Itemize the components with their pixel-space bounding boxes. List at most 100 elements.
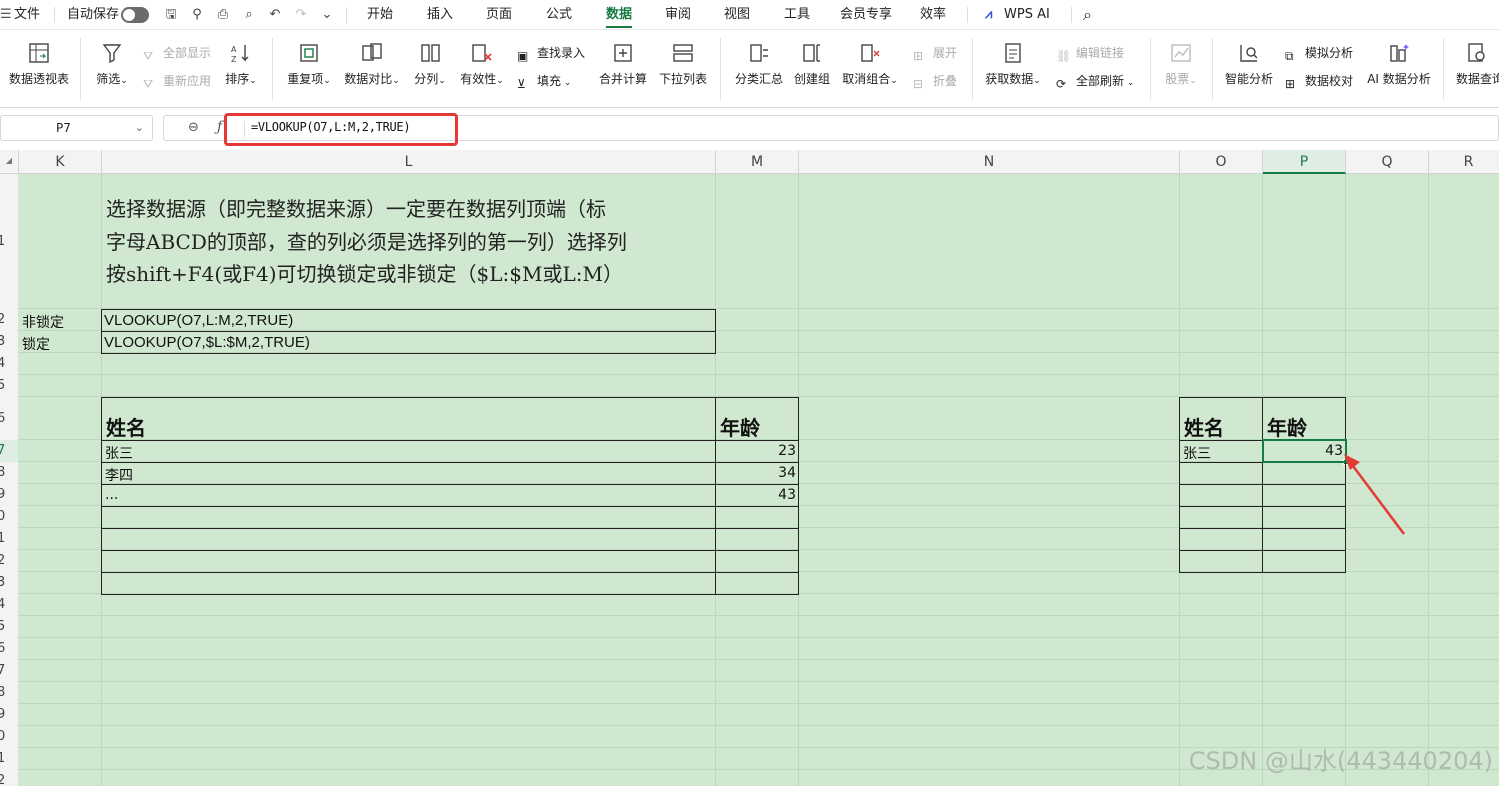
data-compare-button[interactable]: 数据对比⌄ — [342, 38, 402, 100]
tab-view[interactable]: 视图 — [724, 0, 750, 30]
column-header-o[interactable]: O — [1180, 150, 1263, 174]
tab-efficiency[interactable]: 效率 — [920, 0, 946, 30]
dropdown-list-button[interactable]: 下拉列表 — [658, 38, 708, 100]
source-name-cell[interactable]: 李四 — [105, 465, 133, 485]
print-icon[interactable]: ⎙ — [214, 6, 232, 24]
sort-button[interactable]: AZ 排序⌄ — [222, 38, 260, 100]
lookup-header-name[interactable]: 姓名 — [1184, 412, 1224, 441]
ungroup-button[interactable]: 取消组合⌄ — [841, 38, 899, 100]
row-header[interactable]: 9 — [0, 484, 18, 506]
column-header-m[interactable]: M — [716, 150, 799, 174]
row-header[interactable]: 6 — [0, 638, 18, 660]
lookup-result-cell[interactable]: 43 — [1265, 443, 1343, 459]
column-header-q[interactable]: Q — [1346, 150, 1429, 174]
fx-icon[interactable]: ƒ — [217, 119, 222, 135]
tab-page[interactable]: 页面 — [486, 0, 512, 30]
row-header[interactable]: 7 — [0, 440, 18, 462]
column-header-l[interactable]: L — [102, 150, 716, 174]
show-all-button[interactable]: ⛛ 全部显示 — [143, 42, 211, 64]
chevron-down-icon[interactable]: ⌄ — [135, 116, 144, 140]
lookup-header-age[interactable]: 年龄 — [1267, 412, 1307, 441]
row-header[interactable]: 0 — [0, 726, 18, 748]
source-age-cell[interactable]: 43 — [718, 487, 796, 503]
row-header[interactable]: 1 — [0, 174, 18, 309]
lookup-entry-button[interactable]: ▣ 查找录入 — [517, 42, 585, 64]
row-header[interactable]: 2 — [0, 309, 18, 331]
row-header[interactable]: 8 — [0, 462, 18, 484]
search-icon[interactable]: ⌕ — [1083, 0, 1092, 30]
tab-tools[interactable]: 工具 — [784, 0, 810, 30]
validity-button[interactable]: 有效性⌄ — [458, 38, 506, 100]
select-all-corner[interactable]: ◢ — [0, 150, 19, 174]
row-header[interactable]: 1 — [0, 748, 18, 770]
row-header[interactable]: 1 — [0, 528, 18, 550]
autosave-toggle[interactable] — [121, 7, 149, 23]
source-header-name[interactable]: 姓名 — [106, 412, 146, 441]
row-header[interactable]: 2 — [0, 770, 18, 786]
tab-review[interactable]: 审阅 — [665, 0, 691, 30]
zoom-formula-icon[interactable]: ⊖ — [188, 120, 199, 135]
duplicates-button[interactable]: 重复项⌄ — [284, 38, 334, 100]
smart-analysis-button[interactable]: 智能分析 — [1223, 38, 1275, 100]
create-group-button[interactable]: 创建组 — [793, 38, 831, 100]
column-header-k[interactable]: K — [19, 150, 102, 174]
source-name-cell[interactable]: ... — [105, 487, 118, 503]
row-header[interactable]: 9 — [0, 704, 18, 726]
pivot-table-button[interactable]: 数据透视表 — [6, 38, 72, 100]
row-header[interactable]: 6 — [0, 397, 18, 440]
row-header[interactable]: 3 — [0, 572, 18, 594]
row-header[interactable]: 2 — [0, 550, 18, 572]
subtotal-button[interactable]: 分类汇总 — [733, 38, 785, 100]
source-name-cell[interactable]: 张三 — [105, 443, 133, 463]
tab-insert[interactable]: 插入 — [427, 0, 453, 30]
locked-formula[interactable]: VLOOKUP(O7,$L:$M,2,TRUE) — [104, 334, 310, 351]
get-data-button[interactable]: 获取数据⌄ — [984, 38, 1042, 100]
data-query-button[interactable]: 数据查询 — [1456, 38, 1499, 100]
expand-button[interactable]: ⊞ 展开 — [913, 42, 957, 64]
consolidate-button[interactable]: 合并计算 — [598, 38, 648, 100]
row-header[interactable]: 4 — [0, 594, 18, 616]
unlocked-label[interactable]: 非锁定 — [22, 312, 64, 332]
row-header[interactable]: 0 — [0, 506, 18, 528]
file-menu[interactable]: 文件 — [14, 0, 40, 30]
tab-home[interactable]: 开始 — [367, 0, 393, 30]
row-header[interactable]: 3 — [0, 331, 18, 353]
locked-label[interactable]: 锁定 — [22, 334, 50, 354]
format-painter-icon[interactable]: ⚲ — [188, 6, 206, 24]
row-header[interactable]: 8 — [0, 682, 18, 704]
quick-access-dropdown-icon[interactable]: ⌄ — [318, 6, 336, 24]
row-header[interactable]: 7 — [0, 660, 18, 682]
collapse-button[interactable]: ⊟ 折叠 — [913, 70, 957, 92]
hamburger-icon[interactable]: ☰ — [0, 0, 12, 30]
edit-links-button[interactable]: ⛓ 编辑链接 — [1056, 42, 1124, 64]
redo-icon[interactable]: ↷ — [292, 6, 310, 24]
fill-button[interactable]: ⊻ 填充 ⌄ — [517, 70, 571, 92]
row-header[interactable]: 4 — [0, 353, 18, 375]
data-validate-button[interactable]: ⊞ 数据校对 — [1285, 70, 1353, 92]
row-header[interactable]: 5 — [0, 616, 18, 638]
undo-icon[interactable]: ↶ — [266, 6, 284, 24]
simulate-analysis-button[interactable]: ⧉ 模拟分析 — [1285, 42, 1353, 64]
stocks-button[interactable]: 股票⌄ — [1162, 38, 1200, 100]
refresh-all-button[interactable]: ⟳ 全部刷新 ⌄ — [1056, 70, 1134, 92]
tab-formula[interactable]: 公式 — [546, 0, 572, 30]
name-box[interactable]: P7 ⌄ — [0, 115, 153, 141]
tab-wps-ai[interactable]: WPS AI — [1004, 0, 1050, 30]
tab-data[interactable]: 数据 — [606, 0, 633, 30]
save-icon[interactable]: 🖫 — [162, 6, 180, 24]
source-age-cell[interactable]: 23 — [718, 443, 796, 459]
print-preview-icon[interactable]: ⌕ — [240, 6, 258, 24]
unlocked-formula[interactable]: VLOOKUP(O7,L:M,2,TRUE) — [104, 312, 293, 329]
tab-member[interactable]: 会员专享 — [840, 0, 892, 30]
lookup-name-cell[interactable]: 张三 — [1183, 443, 1211, 463]
ai-analysis-button[interactable]: AI 数据分析 — [1366, 38, 1432, 100]
source-header-age[interactable]: 年龄 — [720, 412, 760, 441]
spreadsheet-grid[interactable]: ◢ K L M N O P Q R 选择数据源（即完整数据来源）一定要在数据列顶… — [0, 150, 1499, 786]
column-header-r[interactable]: R — [1429, 150, 1499, 174]
column-header-n[interactable]: N — [799, 150, 1180, 174]
row-header[interactable]: 5 — [0, 375, 18, 397]
source-age-cell[interactable]: 34 — [718, 465, 796, 481]
column-header-p[interactable]: P — [1263, 150, 1346, 174]
filter-button[interactable]: 筛选⌄ — [92, 38, 132, 100]
split-column-button[interactable]: 分列⌄ — [412, 38, 448, 100]
